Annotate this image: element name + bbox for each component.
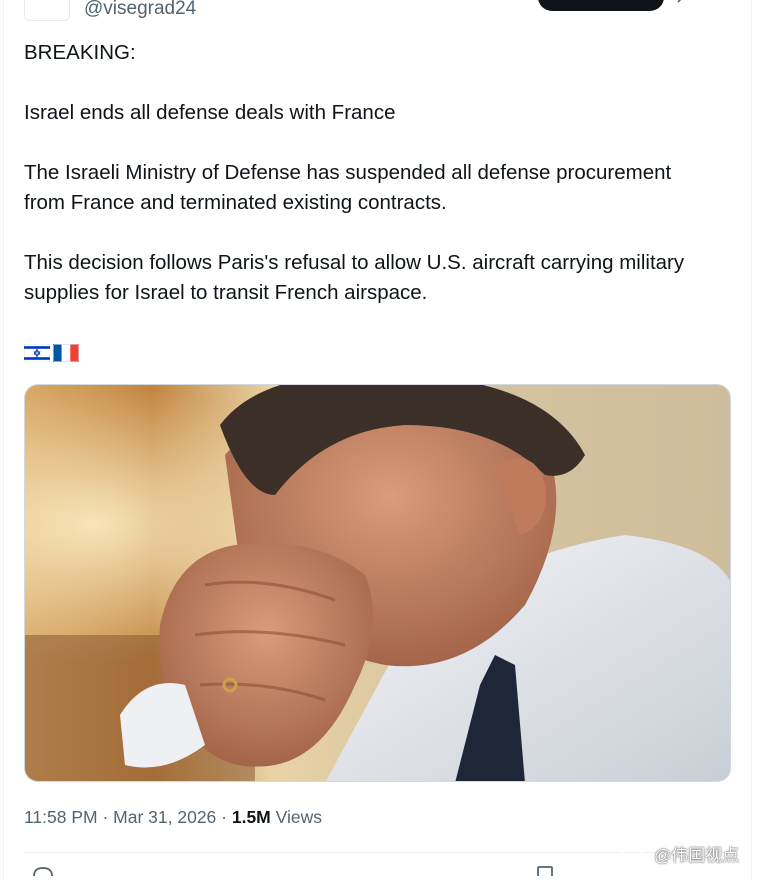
meta-separator: · [97, 807, 114, 827]
tweet-date[interactable]: Mar 31, 2026 [113, 807, 216, 827]
tweet-photo[interactable] [24, 384, 731, 782]
author-handle[interactable]: @visegrad24 [84, 0, 196, 21]
watermark: @伟国视点 [620, 840, 739, 866]
tweet-time[interactable]: 11:58 PM [24, 807, 98, 827]
israel-flag-emoji [24, 344, 50, 362]
tweet-text-line: BREAKING: [24, 41, 136, 64]
follow-button[interactable] [538, 0, 664, 11]
tweet-text-line: from France and terminated existing cont… [24, 191, 447, 214]
tweet-text-line: The Israeli Ministry of Defense has susp… [24, 161, 672, 184]
france-flag-emoji [53, 344, 79, 362]
photo-illustration [25, 385, 730, 781]
tweet-text-line: supplies for Israel to transit French ai… [24, 281, 428, 304]
tweet-text-line: Israel ends all defense deals with Franc… [24, 101, 396, 124]
reply-icon[interactable] [32, 866, 54, 876]
flag-emojis [24, 343, 79, 364]
bookmark-icon[interactable] [534, 866, 556, 876]
weibo-icon [621, 842, 650, 864]
avatar[interactable] [24, 0, 70, 21]
meta-separator: · [216, 807, 232, 827]
tweet-text-line: This decision follows Paris's refusal to… [24, 251, 685, 274]
watermark-text: @伟国视点 [654, 845, 740, 865]
grok-icon[interactable] [676, 0, 692, 4]
views-label: Views [270, 807, 322, 827]
views-count[interactable]: 1.5M [232, 807, 271, 827]
tweet-meta: 11:58 PM · Mar 31, 2026 · 1.5M Views [24, 805, 322, 829]
